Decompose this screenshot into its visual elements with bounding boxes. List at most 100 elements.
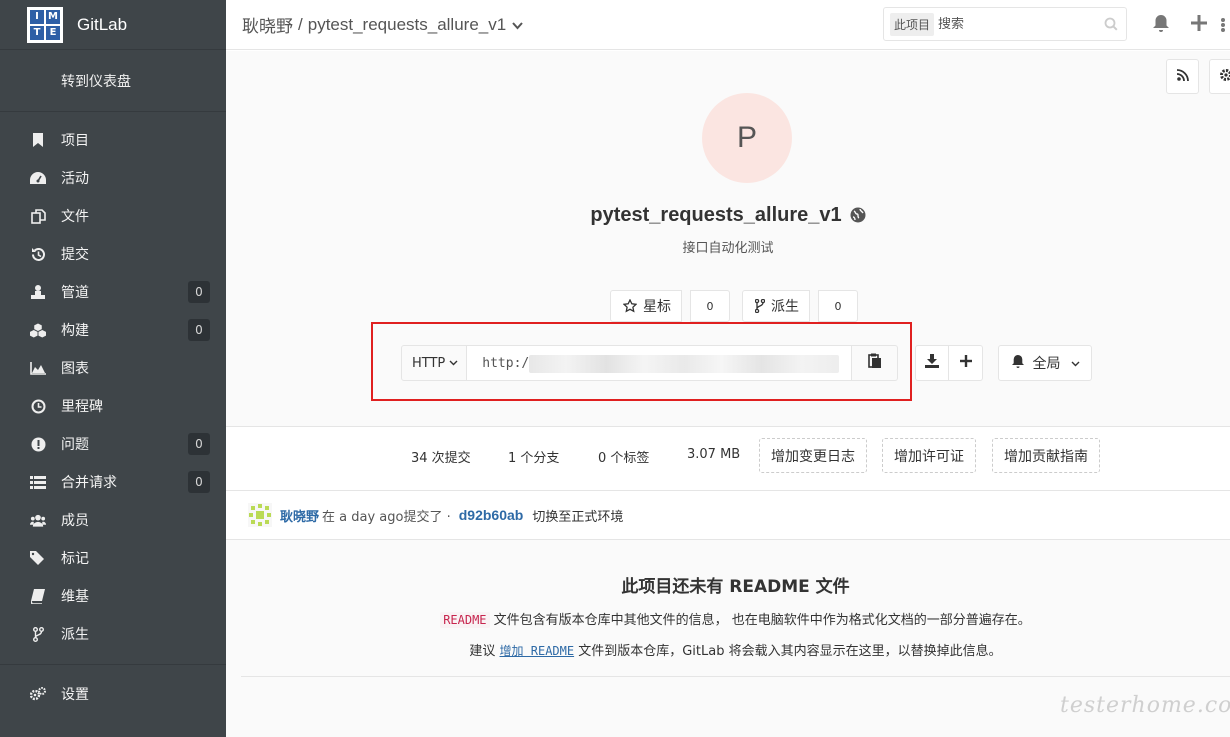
users-icon — [30, 512, 46, 528]
commit-sha-link[interactable]: d92b60ab — [459, 507, 524, 523]
sidebar-item-milestones[interactable]: 里程碑 — [0, 387, 226, 425]
fork-icon — [30, 626, 46, 642]
chevron-down-icon — [449, 360, 458, 366]
breadcrumb-owner[interactable]: 耿晓野 — [242, 12, 293, 37]
add-license-button[interactable]: 增加许可证 — [882, 438, 976, 473]
exclamation-icon — [30, 436, 46, 452]
project-title: pytest_requests_allure_v1 — [226, 204, 1230, 229]
readme-placeholder: 此项目还未有 README 文件 README 文件包含有版本仓库中其他文件的信… — [241, 540, 1230, 677]
commit-message-link[interactable]: 切换至正式环境 — [532, 506, 623, 525]
project-stats-bar: 34 次提交 1 个分支 0 个标签 3.07 MB 增加变更日志 增加许可证 … — [226, 426, 1230, 491]
bookmark-icon — [30, 132, 46, 148]
rss-button[interactable] — [1166, 59, 1199, 94]
list-icon — [30, 474, 46, 490]
issues-count-badge: 0 — [188, 433, 210, 455]
sidebar-item-activity[interactable]: 活动 — [0, 159, 226, 197]
sidebar: I M T E GitLab 转到仪表盘 项目 活动 文件 提交 管道 0 构建… — [0, 0, 226, 737]
book-icon — [30, 588, 46, 604]
tags-count-link[interactable]: 0 个标签 — [598, 447, 649, 466]
sidebar-item-labels[interactable]: 标记 — [0, 539, 226, 577]
dashboard-icon — [30, 170, 46, 186]
cubes-icon — [30, 322, 46, 338]
breadcrumb-separator: / — [298, 14, 303, 34]
sidebar-item-issues[interactable]: 问题 0 — [0, 425, 226, 463]
commits-count-link[interactable]: 34 次提交 — [411, 447, 471, 466]
sidebar-item-wiki[interactable]: 维基 — [0, 577, 226, 615]
plus-icon[interactable] — [1191, 15, 1207, 35]
plus-icon — [959, 355, 972, 371]
readme-code: README — [440, 612, 490, 628]
star-group: 星标 0 — [610, 290, 730, 322]
brand-name[interactable]: GitLab — [77, 15, 127, 35]
star-count[interactable]: 0 — [690, 290, 730, 322]
commit-author-link[interactable]: 耿晓野 — [280, 506, 319, 525]
search-scope-badge[interactable]: 此项目 — [890, 12, 935, 36]
fork-button[interactable]: 派生 — [742, 290, 810, 322]
redacted-url-blur — [529, 355, 840, 373]
clone-url-group: HTTP http:/ — [401, 345, 899, 381]
sidebar-item-merge-requests[interactable]: 合并请求 0 — [0, 463, 226, 501]
copy-url-button[interactable] — [852, 345, 899, 381]
add-changelog-button[interactable]: 增加变更日志 — [759, 438, 867, 473]
sidebar-item-forks[interactable]: 派生 — [0, 615, 226, 653]
project-description: 接口自动化测试 — [682, 241, 774, 256]
star-button[interactable]: 星标 — [610, 290, 682, 322]
notification-dropdown[interactable]: 全局 — [998, 345, 1092, 381]
back-to-dashboard-link[interactable]: 转到仪表盘 — [0, 50, 226, 112]
more-icon[interactable] — [1220, 18, 1226, 36]
bell-icon[interactable] — [1152, 14, 1170, 37]
sidebar-item-graphs[interactable]: 图表 — [0, 349, 226, 387]
clock-icon — [30, 398, 46, 414]
chevron-down-icon[interactable] — [512, 15, 523, 35]
clone-url-input[interactable]: http:/ — [467, 345, 853, 381]
area-chart-icon — [30, 360, 46, 376]
add-contributing-button[interactable]: 增加贡献指南 — [992, 438, 1100, 473]
sidebar-item-builds[interactable]: 构建 0 — [0, 311, 226, 349]
add-readme-link[interactable]: 增加 README — [500, 644, 575, 658]
history-icon — [30, 246, 46, 262]
download-icon — [925, 354, 939, 372]
project-avatar: P — [702, 93, 792, 183]
sidebar-divider — [0, 664, 226, 665]
add-file-button[interactable] — [949, 345, 983, 381]
download-add-group — [915, 345, 983, 381]
breadcrumb: 耿晓野 / pytest_requests_allure_v1 — [242, 12, 523, 37]
last-commit-row: 耿晓野 在 a day ago提交了 · d92b60ab 切换至正式环境 — [226, 491, 1230, 540]
breadcrumb-project[interactable]: pytest_requests_allure_v1 — [308, 15, 506, 35]
sidebar-nav: 项目 活动 文件 提交 管道 0 构建 0 图表 里程碑 问题 0 合并请求 0… — [0, 112, 226, 713]
project-settings-button[interactable] — [1209, 59, 1230, 94]
bell-icon — [1011, 354, 1025, 373]
readme-info-line: README 文件包含有版本仓库中其他文件的信息， 也在电脑软件中作为格式化文档… — [241, 609, 1230, 628]
author-avatar[interactable] — [248, 503, 272, 527]
rss-icon — [1176, 68, 1189, 85]
search-input[interactable] — [938, 16, 1089, 32]
fork-group: 派生 0 — [742, 290, 858, 322]
tags-icon — [30, 550, 46, 566]
gears-icon — [30, 686, 46, 702]
sidebar-header[interactable]: I M T E GitLab — [0, 0, 226, 50]
search-box: 此项目 — [883, 7, 1127, 41]
main-content: P pytest_requests_allure_v1 接口自动化测试 星标 0… — [226, 51, 1230, 737]
sidebar-item-settings[interactable]: 设置 — [0, 675, 226, 713]
files-icon — [30, 208, 46, 224]
watermark: testerhome.com — [1060, 693, 1230, 718]
pipeline-icon — [30, 284, 46, 300]
top-header: 耿晓野 / pytest_requests_allure_v1 此项目 — [226, 0, 1230, 50]
sidebar-item-members[interactable]: 成员 — [0, 501, 226, 539]
clone-protocol-dropdown[interactable]: HTTP — [401, 345, 468, 381]
sidebar-item-files[interactable]: 文件 — [0, 197, 226, 235]
readme-suggest-line: 建议 增加 README 文件到版本仓库，GitLab 将会载入其内容显示在这里… — [469, 644, 1002, 659]
merge-requests-count-badge: 0 — [188, 471, 210, 493]
repo-size: 3.07 MB — [687, 447, 741, 462]
sidebar-item-project[interactable]: 项目 — [0, 121, 226, 159]
download-button[interactable] — [915, 345, 949, 381]
fork-count[interactable]: 0 — [818, 290, 858, 322]
branches-count-link[interactable]: 1 个分支 — [508, 447, 559, 466]
chevron-down-icon — [1071, 355, 1080, 371]
sidebar-item-pipelines[interactable]: 管道 0 — [0, 273, 226, 311]
gitlab-logo[interactable]: I M T E — [27, 6, 63, 43]
sidebar-item-commits[interactable]: 提交 — [0, 235, 226, 273]
commit-meta-text: 在 a day ago提交了 · — [322, 509, 451, 525]
pipelines-count-badge: 0 — [188, 281, 210, 303]
star-icon — [623, 299, 637, 313]
